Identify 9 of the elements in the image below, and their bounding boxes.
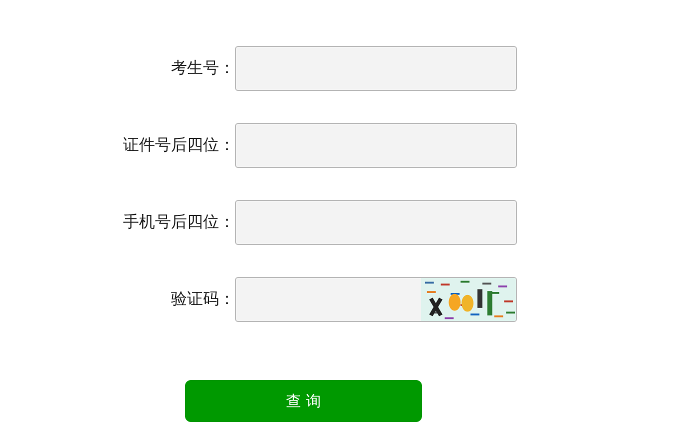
field-label: 手机号后四位：: [122, 212, 235, 233]
input-field[interactable]: [235, 123, 517, 168]
field-label: 考生号：: [170, 58, 235, 79]
input-field[interactable]: [235, 200, 517, 245]
query-button[interactable]: 查 询: [185, 380, 422, 422]
field-label: 证件号后四位：: [122, 135, 235, 156]
field-label: 验证码：: [170, 289, 235, 310]
input-field[interactable]: [235, 46, 517, 91]
input-field[interactable]: [235, 277, 517, 322]
